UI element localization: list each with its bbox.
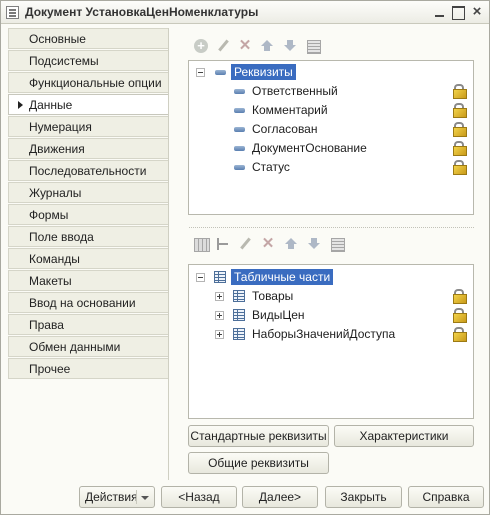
add-column-icon[interactable] [214,235,232,253]
actions-label: Действия [85,490,138,504]
move-down-icon[interactable] [305,235,323,253]
chevron-down-icon [141,496,149,500]
tab-basic[interactable]: Основные [8,28,168,49]
tree-root-tabular[interactable]: Табличные части [189,268,473,287]
tab-data-label: Данные [29,98,73,112]
lock-icon [453,289,467,304]
table-icon [233,328,245,340]
attributes-tree: Реквизиты Ответственный Комментарий Согл… [188,60,474,215]
move-down-icon[interactable] [281,37,299,55]
tree-item[interactable]: Ответственный [189,82,473,101]
tab-data-exchange[interactable]: Обмен данными [8,336,168,357]
attribute-group-icon [215,70,226,75]
tree-item[interactable]: ДокументОснование [189,139,473,158]
lock-icon [453,103,467,118]
delete-icon[interactable]: ✕ [259,235,277,253]
tree-item-label: Ответственный [252,84,338,98]
tab-input-based-on[interactable]: Ввод на основании [8,292,168,313]
tree-item-label: Комментарий [252,103,328,117]
tree-root-label: Реквизиты [231,64,296,80]
tree-item[interactable]: Статус [189,158,473,177]
attribute-icon [234,89,245,94]
tree-item-label: ВидыЦен [252,308,305,322]
lock-icon [453,84,467,99]
back-button[interactable]: <Назад [161,486,237,508]
minimize-button[interactable] [432,4,448,20]
tab-movements[interactable]: Движения [8,138,168,159]
expand-icon[interactable] [215,330,224,339]
tree-item-label: Статус [252,160,290,174]
add-icon[interactable] [192,37,210,55]
next-button[interactable]: Далее> [242,486,318,508]
expand-icon[interactable] [215,311,224,320]
list-icon[interactable] [328,235,346,253]
attribute-icon [234,108,245,113]
table-icon [214,271,226,283]
tree-item-label: Согласован [252,122,318,136]
attribute-icon [234,165,245,170]
move-up-icon[interactable] [258,37,276,55]
panel-splitter[interactable] [189,227,474,230]
table-icon [233,309,245,321]
edit-pencil-icon[interactable] [214,37,232,55]
tree-item-label: ДокументОснование [252,141,367,155]
tree-item-label: Товары [252,289,294,303]
attribute-icon [234,146,245,151]
tree-item[interactable]: Согласован [189,120,473,139]
tab-journals[interactable]: Журналы [8,182,168,203]
tab-other[interactable]: Прочее [8,358,168,379]
attribute-icon [234,127,245,132]
window-title: Документ УстановкаЦенНоменклатуры [25,5,259,19]
tab-templates[interactable]: Макеты [8,270,168,291]
characteristics-button[interactable]: Характеристики [334,425,474,447]
document-icon [6,6,19,19]
help-button[interactable]: Справка [408,486,484,508]
tab-functional-options[interactable]: Функциональные опции [8,72,168,93]
tree-item[interactable]: НаборыЗначенийДоступа [189,325,473,344]
list-icon[interactable] [304,37,322,55]
tabular-toolbar: ✕ [192,235,352,255]
close-button[interactable]: Закрыть [325,486,402,508]
tab-numbering[interactable]: Нумерация [8,116,168,137]
table-icon [233,290,245,302]
actions-dropdown-button[interactable]: Действия [79,486,155,508]
edit-pencil-icon[interactable] [236,235,254,253]
expand-icon[interactable] [215,292,224,301]
tree-item[interactable]: ВидыЦен [189,306,473,325]
tab-forms[interactable]: Формы [8,204,168,225]
title-bar: Документ УстановкаЦенНоменклатуры × [1,1,489,24]
dropdown-separator [136,490,137,504]
tab-input-field[interactable]: Поле ввода [8,226,168,247]
common-attributes-button[interactable]: Общие реквизиты [188,452,329,474]
active-tab-arrow-icon [18,101,23,109]
collapse-icon[interactable] [196,273,205,282]
move-up-icon[interactable] [282,235,300,253]
tab-subsystems[interactable]: Подсистемы [8,50,168,71]
standard-attributes-button[interactable]: Стандартные реквизиты [188,425,329,447]
tabular-sections-tree: Табличные части Товары ВидыЦен НаборыЗна… [188,264,474,419]
tab-data[interactable]: Данные [8,94,168,115]
tree-item-label: НаборыЗначенийДоступа [252,327,396,341]
lock-icon [453,122,467,137]
section-tabs: Основные Подсистемы Функциональные опции… [8,28,168,380]
lock-icon [453,141,467,156]
tab-rights[interactable]: Права [8,314,168,335]
tree-root-label: Табличные части [231,269,334,285]
lock-icon [453,160,467,175]
lock-icon [453,327,467,342]
tree-item[interactable]: Товары [189,287,473,306]
tab-sequences[interactable]: Последовательности [8,160,168,181]
close-window-button[interactable]: × [469,4,485,20]
tree-root-attributes[interactable]: Реквизиты [189,63,473,82]
lock-icon [453,308,467,323]
collapse-icon[interactable] [196,68,205,77]
tree-item[interactable]: Комментарий [189,101,473,120]
tabs-divider [168,28,169,480]
attributes-toolbar: ✕ [192,37,332,57]
maximize-button[interactable] [450,4,466,20]
dialog-window: Документ УстановкаЦенНоменклатуры × Осно… [0,0,490,515]
tab-commands[interactable]: Команды [8,248,168,269]
add-table-icon[interactable] [192,235,210,253]
delete-icon[interactable]: ✕ [236,37,254,55]
